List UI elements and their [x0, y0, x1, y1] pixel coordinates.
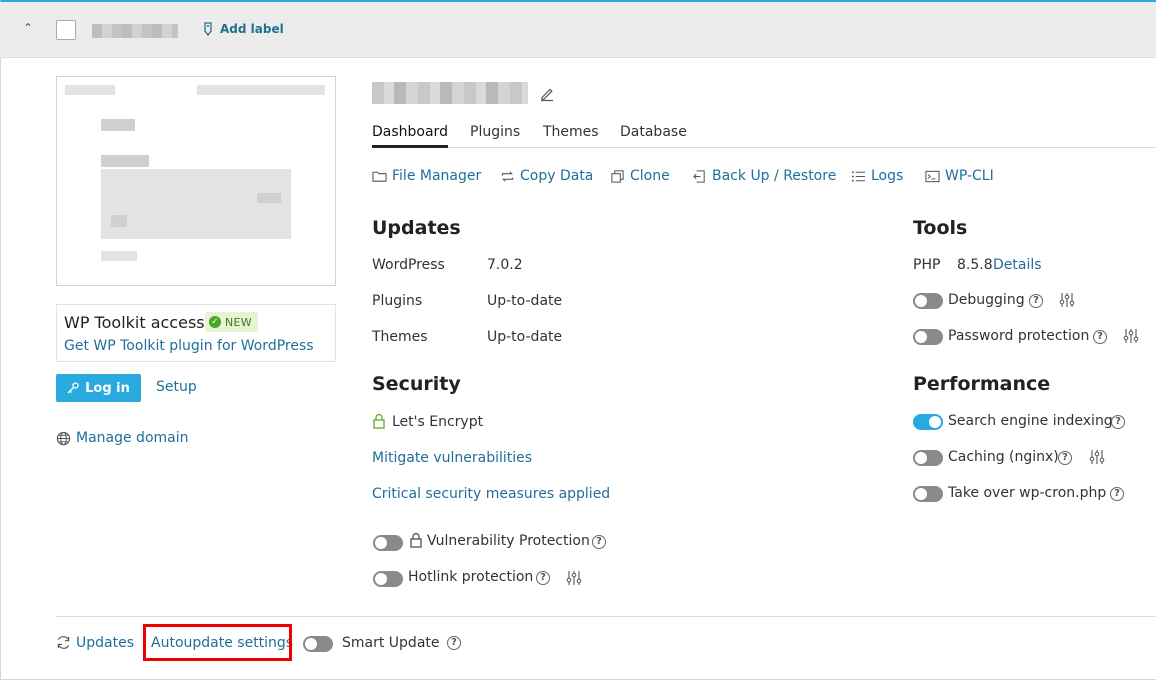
plugins-label: Plugins	[372, 293, 423, 309]
php-label: PHP	[913, 257, 941, 273]
copy-data-label: Copy Data	[520, 168, 594, 184]
performance-heading: Performance	[913, 373, 1051, 395]
tools-heading: Tools	[913, 217, 968, 239]
mitigate-vulnerabilities-link[interactable]: Mitigate vulnerabilities	[372, 450, 532, 466]
updates-heading: Updates	[372, 217, 461, 239]
password-protection-toggle[interactable]	[913, 329, 943, 345]
tag-icon	[204, 22, 212, 36]
check-circle-icon: ✓	[209, 316, 221, 328]
footer-divider	[56, 616, 1156, 617]
clone-link[interactable]: Clone	[610, 168, 670, 184]
login-label: Log in	[85, 380, 130, 396]
help-icon[interactable]: ?	[1110, 487, 1124, 501]
critical-security-link[interactable]: Critical security measures applied	[372, 486, 610, 502]
new-badge: ✓ NEW	[205, 312, 258, 332]
vulnerability-protection-label: Vulnerability Protection	[427, 533, 590, 549]
get-plugin-link[interactable]: Get WP Toolkit plugin for WordPress	[64, 338, 314, 354]
wp-cli-link[interactable]: WP-CLI	[925, 168, 994, 184]
hotlink-protection-toggle[interactable]	[373, 571, 403, 587]
access-title: WP Toolkit access	[64, 313, 205, 332]
globe-icon	[56, 431, 71, 445]
site-name-redacted	[372, 82, 528, 104]
php-version: 8.5.8	[957, 257, 993, 273]
settings-sliders-icon[interactable]	[1089, 449, 1105, 465]
add-label-text: Add label	[220, 22, 284, 36]
help-icon[interactable]: ?	[1111, 415, 1125, 429]
caching-label: Caching (nginx)	[948, 449, 1059, 465]
smart-update-label: Smart Update	[342, 635, 440, 651]
padlock-icon	[410, 532, 422, 548]
hotlink-protection-label: Hotlink protection	[408, 569, 534, 585]
backup-restore-link[interactable]: Back Up / Restore	[692, 168, 836, 184]
wp-cli-label: WP-CLI	[945, 168, 994, 184]
security-heading: Security	[372, 373, 461, 395]
add-label-button[interactable]: Add label	[202, 22, 284, 36]
site-domain-redacted	[92, 24, 178, 38]
password-protection-label: Password protection	[948, 328, 1090, 344]
copy-data-link[interactable]: Copy Data	[500, 168, 593, 184]
themes-status: Up-to-date	[487, 329, 563, 345]
login-button[interactable]: Log in	[56, 374, 141, 402]
site-tabs: Dashboard Plugins Themes Database	[372, 122, 1156, 148]
search-engine-indexing-toggle[interactable]	[913, 414, 943, 430]
new-badge-label: NEW	[225, 315, 252, 329]
setup-link[interactable]: Setup	[156, 379, 197, 395]
list-icon	[851, 170, 866, 182]
plugins-status: Up-to-date	[487, 293, 563, 309]
help-icon[interactable]: ?	[1058, 451, 1072, 465]
wp-cron-toggle[interactable]	[913, 486, 943, 502]
ssl-status: Let's Encrypt	[392, 414, 484, 430]
search-engine-indexing-label: Search engine indexing	[948, 413, 1113, 429]
highlight-box	[143, 624, 292, 661]
terminal-icon	[925, 170, 940, 182]
file-manager-link[interactable]: File Manager	[372, 168, 481, 184]
debugging-toggle[interactable]	[913, 293, 943, 309]
logs-link[interactable]: Logs	[851, 168, 903, 184]
chevron-up-icon[interactable]: ⌃	[20, 20, 36, 36]
backup-restore-label: Back Up / Restore	[712, 168, 837, 184]
site-select-checkbox[interactable]	[56, 20, 76, 40]
php-details-link[interactable]: Details	[993, 257, 1042, 273]
themes-label: Themes	[372, 329, 428, 345]
tab-plugins[interactable]: Plugins	[470, 124, 520, 148]
site-card-header: ⌃ Add label	[0, 2, 1156, 58]
lock-icon	[373, 413, 385, 429]
wordpress-label: WordPress	[372, 257, 445, 273]
help-icon[interactable]: ?	[592, 535, 606, 549]
debugging-label: Debugging	[948, 292, 1025, 308]
tab-dashboard[interactable]: Dashboard	[372, 124, 448, 148]
wordpress-version: 7.0.2	[487, 257, 523, 273]
tab-themes[interactable]: Themes	[543, 124, 599, 148]
wp-toolkit-access-box: WP Toolkit access ✓ NEW Get WP Toolkit p…	[56, 304, 336, 362]
wp-cron-label: Take over wp-cron.php	[948, 485, 1107, 501]
clone-icon	[611, 169, 624, 183]
tab-database[interactable]: Database	[620, 124, 687, 148]
settings-sliders-icon[interactable]	[566, 570, 582, 586]
manage-domain-link[interactable]: Manage domain	[56, 430, 189, 446]
site-screenshot-preview[interactable]	[56, 76, 336, 286]
help-icon[interactable]: ?	[1029, 294, 1043, 308]
file-manager-label: File Manager	[392, 168, 482, 184]
pencil-icon[interactable]	[539, 86, 555, 102]
footer-updates-link[interactable]: Updates	[76, 635, 134, 651]
help-icon[interactable]: ?	[536, 571, 550, 585]
clone-label: Clone	[630, 168, 670, 184]
smart-update-toggle[interactable]	[303, 636, 333, 652]
settings-sliders-icon[interactable]	[1123, 328, 1139, 344]
refresh-icon	[57, 636, 70, 649]
folder-icon	[372, 171, 387, 182]
vulnerability-protection-toggle[interactable]	[373, 535, 403, 551]
backup-icon	[693, 169, 705, 183]
help-icon[interactable]: ?	[447, 636, 461, 650]
key-icon	[67, 382, 79, 394]
sync-icon	[501, 170, 514, 182]
manage-domain-label: Manage domain	[76, 430, 189, 446]
settings-sliders-icon[interactable]	[1059, 292, 1075, 308]
caching-toggle[interactable]	[913, 450, 943, 466]
help-icon[interactable]: ?	[1093, 330, 1107, 344]
logs-label: Logs	[871, 168, 904, 184]
